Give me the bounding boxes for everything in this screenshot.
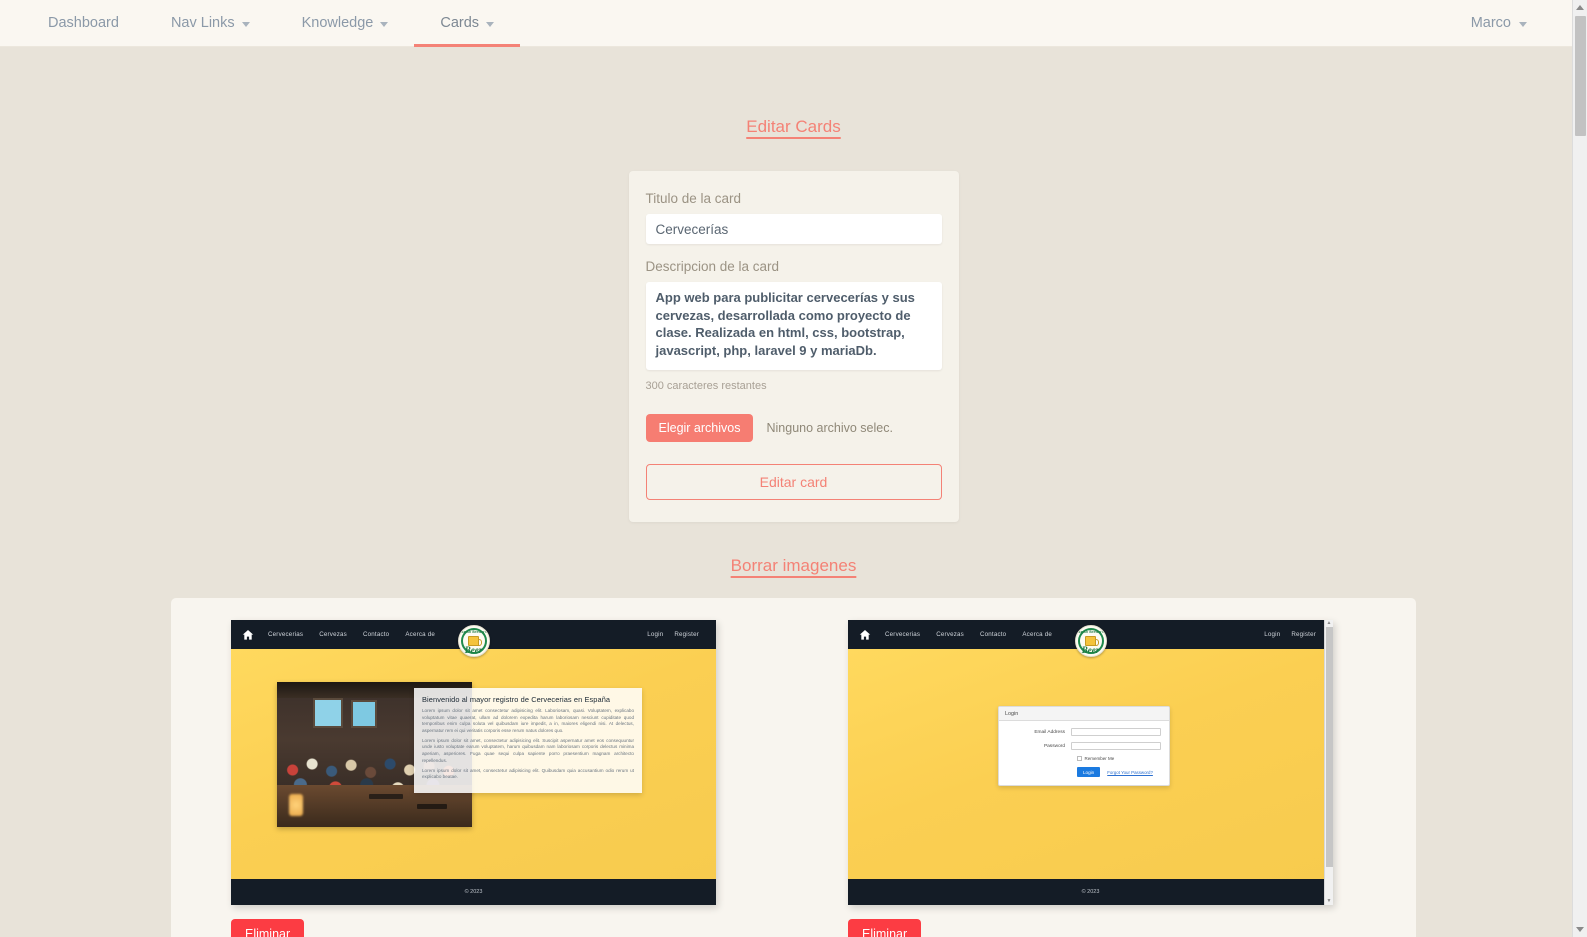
- preview-register-link: Register: [674, 631, 699, 638]
- preview-scrollbar[interactable]: ▲ ▼: [1324, 620, 1333, 905]
- nav-item-cards[interactable]: Cards: [414, 0, 520, 47]
- scroll-down-icon[interactable]: [1573, 922, 1587, 937]
- screenshot-preview-home[interactable]: Cervecerias Cervezas Contacto Acerca de …: [231, 620, 716, 905]
- preview-nav-auth-links: Login Register: [1264, 631, 1322, 638]
- home-icon: [859, 629, 871, 641]
- page-scrollbar[interactable]: [1572, 0, 1587, 937]
- title-field-label: Titulo de la card: [645, 191, 742, 206]
- hero-paragraph: Lorem ipsum dolor sit amet, consectetur …: [422, 737, 634, 763]
- image-item: Cervecerias Cervezas Contacto Acerca de …: [231, 620, 716, 937]
- hero-paragraph: Lorem ipsum dolor sit amet, consectetur …: [422, 767, 634, 780]
- preview-nav-link: Cervezas: [319, 631, 347, 638]
- preview-copyright: © 2023: [464, 889, 483, 895]
- login-actions-row: Login Forgot Your Password?: [1077, 767, 1161, 777]
- home-icon: [242, 629, 254, 641]
- edit-card-form: Titulo de la card Descripcion de la card…: [628, 171, 959, 522]
- file-selection-status: Ninguno archivo selec.: [766, 421, 893, 435]
- scrollbar-thumb[interactable]: [1326, 627, 1333, 867]
- screenshot-preview-login[interactable]: ▲ ▼ Cervecerias Cervezas Contacto Acerca…: [848, 620, 1333, 905]
- chevron-down-icon: [1519, 21, 1527, 27]
- nav-item-label: Knowledge: [301, 15, 374, 31]
- character-counter: 300 caracteres restantes: [645, 380, 767, 392]
- beer-logo-arc-text: Spanish Breweries: [457, 629, 490, 634]
- page-title-editar-cards: Editar Cards: [746, 117, 841, 136]
- chevron-down-icon: [380, 21, 389, 27]
- scrollbar-thumb[interactable]: [1575, 16, 1586, 136]
- scroll-down-icon: ▼: [1326, 898, 1332, 904]
- nav-item-label: Cards: [440, 15, 480, 31]
- login-card-header: Login: [999, 707, 1169, 721]
- top-nav-items: Dashboard Nav Links Knowledge Cards: [0, 0, 520, 47]
- beer-logo-arc-text: Spanish Breweries: [1074, 629, 1107, 634]
- preview-copyright: © 2023: [1081, 889, 1100, 895]
- preview-body: Login Email Address Password Remember Me…: [848, 649, 1333, 879]
- hero-heading: Bienvenido al mayor registro de Cervecer…: [422, 695, 611, 704]
- nav-item-dashboard[interactable]: Dashboard: [22, 0, 145, 47]
- description-field-label: Descripcion de la card: [645, 259, 780, 274]
- preview-nav-link: Acerca de: [1022, 631, 1052, 638]
- preview-login-link: Login: [647, 631, 664, 638]
- nav-item-nav-links[interactable]: Nav Links: [145, 0, 276, 47]
- email-row: Email Address: [1007, 728, 1161, 736]
- preview-login-link: Login: [1264, 631, 1281, 638]
- card-description-textarea[interactable]: App web para publicitar cervecerías y su…: [645, 282, 942, 370]
- page-content: Editar Cards Titulo de la card Descripci…: [0, 47, 1587, 937]
- preview-nav-link: Cervezas: [936, 631, 964, 638]
- beer-logo-word: Beer: [1081, 644, 1100, 655]
- preview-footer: © 2023: [231, 879, 716, 905]
- preview-nav-link: Acerca de: [405, 631, 435, 638]
- forgot-password-link[interactable]: Forgot Your Password?: [1107, 770, 1153, 775]
- delete-image-button[interactable]: Eliminar: [848, 919, 922, 937]
- preview-footer: © 2023: [848, 879, 1333, 905]
- password-label: Password: [1043, 743, 1065, 749]
- card-title-input[interactable]: [645, 214, 942, 244]
- nav-item-label: Nav Links: [170, 15, 235, 31]
- remember-me-label: Remember Me: [1084, 756, 1115, 761]
- preview-nav-link: Cervecerias: [885, 631, 921, 638]
- chevron-down-icon: [241, 21, 250, 27]
- choose-files-button[interactable]: Elegir archivos: [645, 414, 754, 442]
- edit-card-submit-button[interactable]: Editar card: [645, 464, 942, 500]
- top-navigation-bar: Dashboard Nav Links Knowledge Cards Marc…: [0, 0, 1587, 47]
- image-item: ▲ ▼ Cervecerias Cervezas Contacto Acerca…: [848, 620, 1333, 937]
- beer-logo-icon: Spanish Breweries Beer: [1074, 625, 1107, 657]
- remember-me-row: Remember Me: [1077, 756, 1161, 761]
- images-panel: Cervecerias Cervezas Contacto Acerca de …: [171, 598, 1416, 937]
- user-menu[interactable]: Marco: [1471, 15, 1587, 31]
- page-title-borrar-imagenes: Borrar imagenes: [730, 556, 857, 575]
- preview-nav-link: Cervecerias: [268, 631, 304, 638]
- delete-image-button[interactable]: Eliminar: [231, 919, 305, 937]
- preview-nav-link: Contacto: [362, 631, 390, 638]
- preview-register-link: Register: [1291, 631, 1316, 638]
- login-card-body: Email Address Password Remember Me Login…: [999, 721, 1169, 785]
- login-form-card: Login Email Address Password Remember Me…: [998, 706, 1170, 786]
- nav-item-knowledge[interactable]: Knowledge: [276, 0, 415, 47]
- hero-paragraph: Lorem ipsum dolor sit amet consectetur a…: [422, 708, 634, 733]
- preview-body: Bienvenido al mayor registro de Cervecer…: [231, 649, 716, 879]
- login-button[interactable]: Login: [1077, 767, 1101, 777]
- email-label: Email Address: [1034, 729, 1065, 735]
- password-row: Password: [1007, 742, 1161, 750]
- chevron-down-icon: [486, 21, 495, 27]
- scroll-up-icon: ▲: [1326, 620, 1332, 626]
- email-field[interactable]: [1071, 728, 1161, 736]
- remember-me-checkbox[interactable]: [1077, 756, 1082, 761]
- scroll-up-icon[interactable]: [1573, 0, 1587, 15]
- beer-logo-word: Beer: [464, 644, 483, 655]
- user-menu-label: Marco: [1470, 15, 1511, 31]
- hero-text-card: Bienvenido al mayor registro de Cervecer…: [414, 688, 642, 794]
- file-upload-row: Elegir archivos Ninguno archivo selec.: [645, 414, 942, 442]
- nav-item-label: Dashboard: [48, 15, 119, 31]
- preview-nav-auth-links: Login Register: [647, 631, 705, 638]
- preview-nav-link: Contacto: [979, 631, 1007, 638]
- password-field[interactable]: [1071, 742, 1161, 750]
- beer-logo-icon: Spanish Breweries Beer: [457, 625, 490, 657]
